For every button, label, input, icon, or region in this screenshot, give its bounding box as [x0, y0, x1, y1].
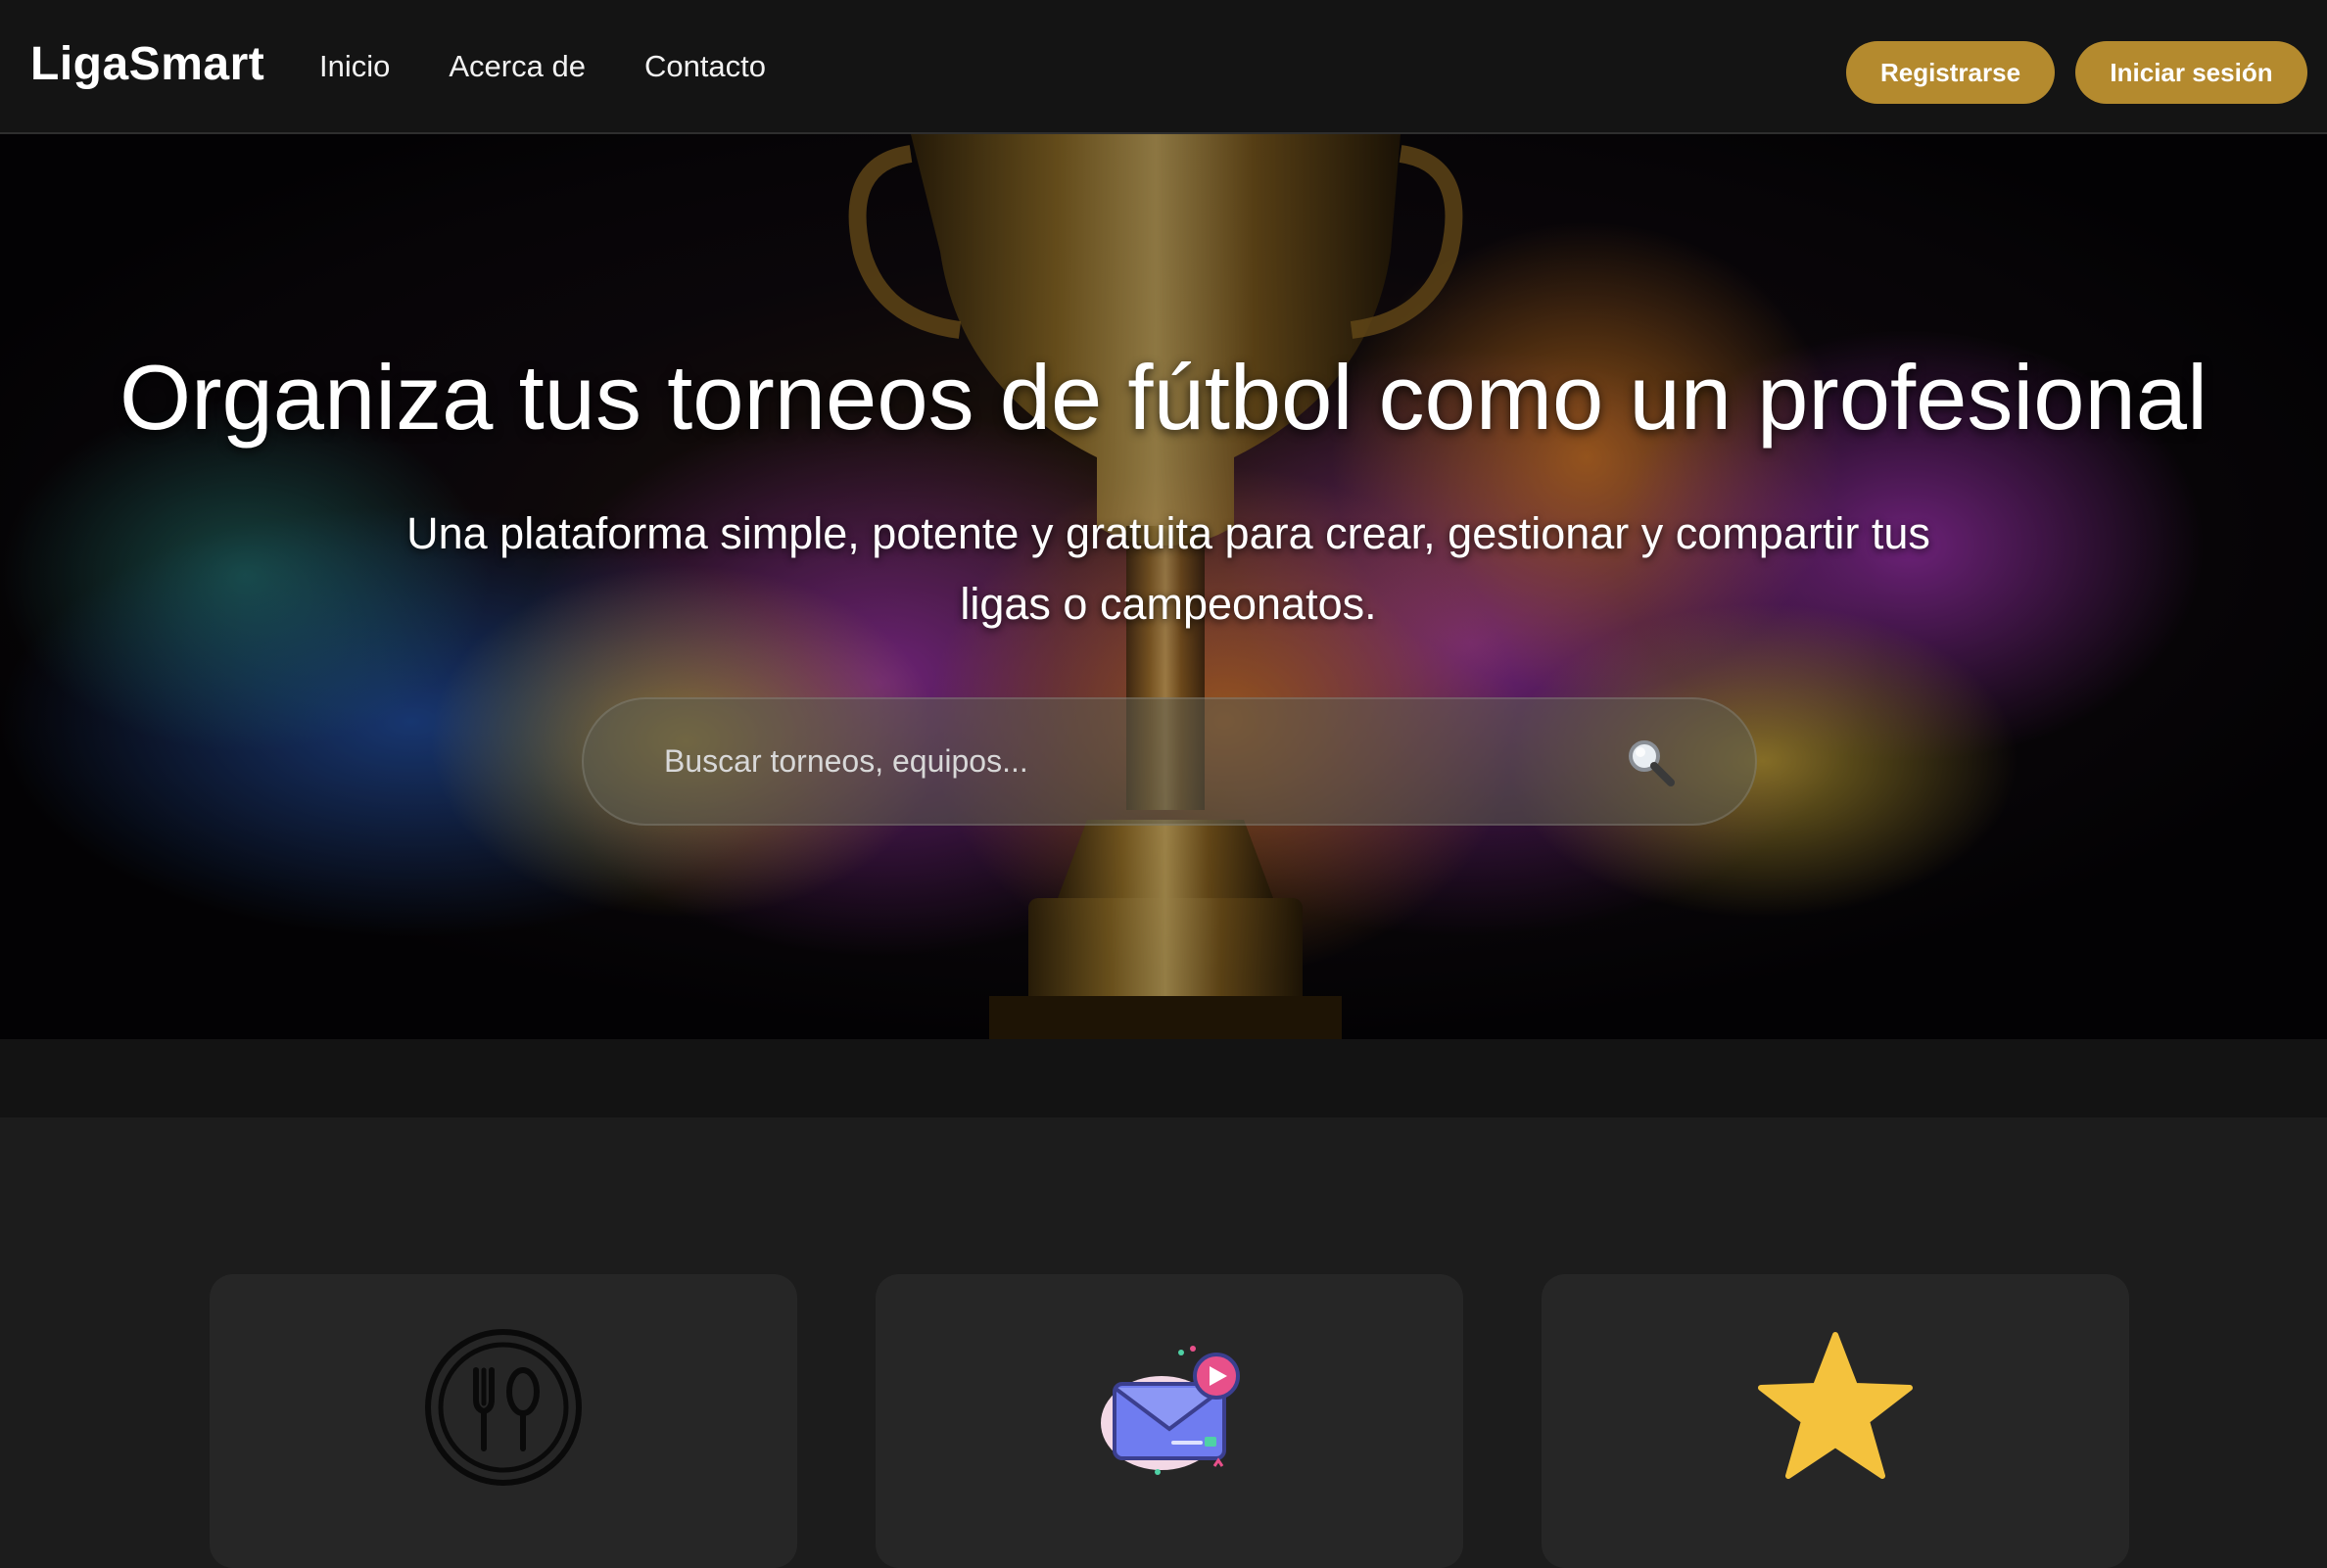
- hero-section: Organiza tus torneos de fútbol como un p…: [0, 134, 2327, 1039]
- hero-subtitle: Una plataforma simple, potente y gratuit…: [406, 508, 1930, 629]
- feature-card: [1542, 1274, 2129, 1568]
- hero-title: Organiza tus torneos de fútbol como un p…: [119, 346, 2208, 449]
- star-icon: [1758, 1332, 1913, 1479]
- feature-card: [876, 1274, 1463, 1568]
- nav-links: Inicio Acerca de Contacto: [319, 51, 825, 81]
- envelope-notification-icon: [1101, 1346, 1240, 1475]
- nav-link-acerca-de[interactable]: Acerca de: [449, 51, 586, 81]
- brand-logo[interactable]: LigaSmart: [30, 41, 264, 88]
- nav-link-inicio[interactable]: Inicio: [319, 51, 390, 81]
- login-button[interactable]: Iniciar sesión: [2075, 41, 2307, 104]
- features-section: [0, 1117, 2327, 1568]
- search-bar: [582, 697, 1757, 826]
- top-navbar: LigaSmart Inicio Acerca de Contacto Regi…: [0, 0, 2327, 134]
- nav-actions: Registrarse Iniciar sesión: [1846, 41, 2307, 104]
- fork-spoon-icon: [425, 1329, 582, 1486]
- search-input[interactable]: [662, 722, 1624, 801]
- register-button[interactable]: Registrarse: [1846, 41, 2055, 104]
- feature-card: [210, 1274, 797, 1568]
- section-divider: [0, 1039, 2327, 1117]
- magnifier-icon[interactable]: [1624, 736, 1677, 788]
- nav-link-contacto[interactable]: Contacto: [644, 51, 766, 81]
